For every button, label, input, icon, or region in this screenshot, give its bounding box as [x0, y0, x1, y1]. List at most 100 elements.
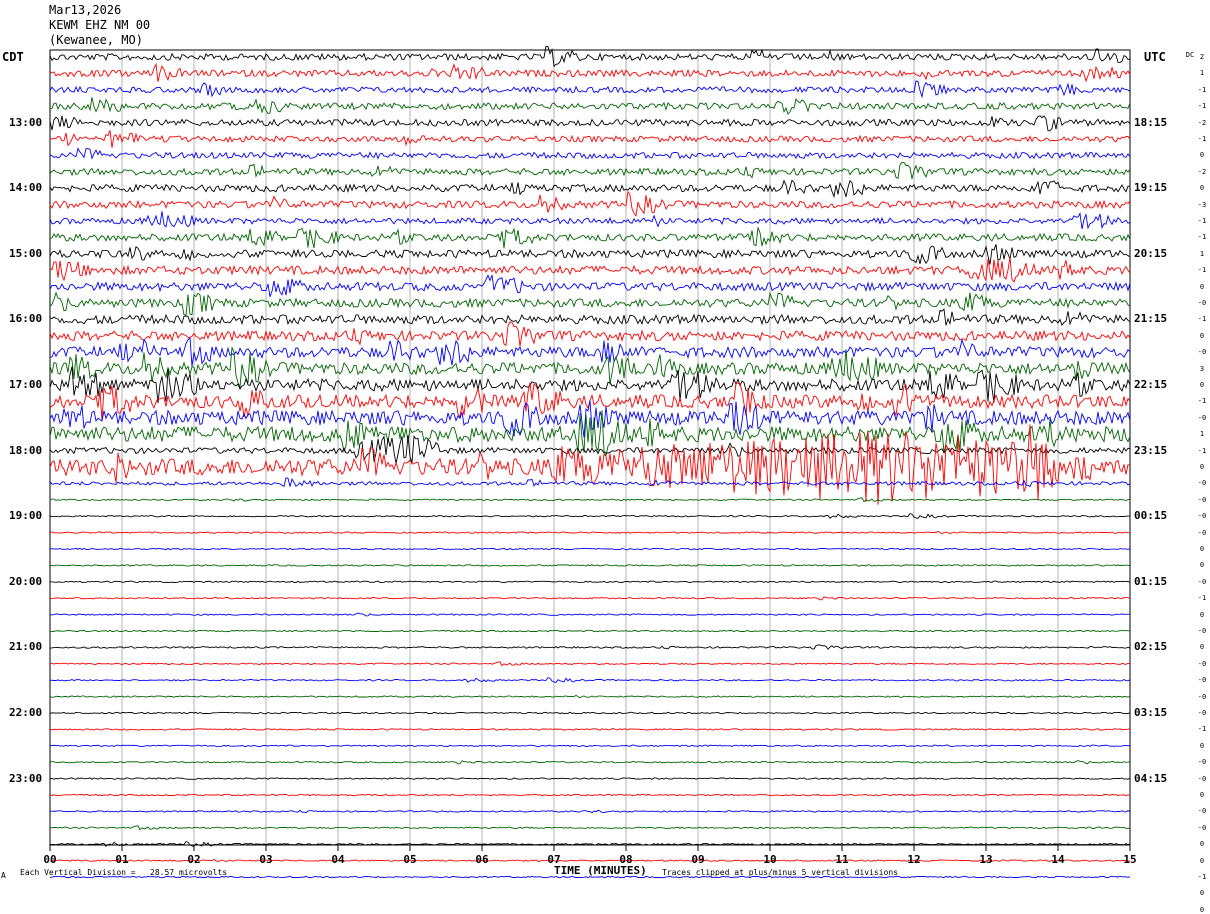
dc-offset-value: 0: [1199, 184, 1205, 193]
trace-line-30: [49, 547, 1131, 551]
dc-offset-value: 0: [1199, 840, 1205, 849]
dc-offset-value: -1: [1197, 397, 1207, 406]
left-hour-label: 16:00: [9, 312, 43, 326]
x-tick-label: 05: [403, 853, 417, 866]
trace-line-17: [49, 321, 1131, 347]
dc-offset-value: -1: [1197, 315, 1207, 324]
trace-line-2: [49, 80, 1131, 99]
trace-line-43: [49, 759, 1131, 765]
trace-line-4: [49, 115, 1131, 132]
right-axis-label: UTC: [1144, 50, 1166, 64]
dc-offset-value: 2: [1199, 53, 1205, 61]
trace-line-6: [49, 147, 1131, 160]
trace-line-38: [49, 677, 1131, 683]
x-tick-label: 14: [1051, 853, 1065, 866]
dc-offset-value: -1: [1197, 217, 1207, 225]
trace-line-28: [49, 513, 1130, 519]
dc-offset-value: -1: [1197, 102, 1207, 111]
dc-offset-value: -1: [1197, 873, 1207, 881]
x-axis-title: TIME (MINUTES): [554, 864, 647, 877]
trace-line-26: [49, 477, 1131, 488]
right-hour-label: 18:15: [1134, 115, 1168, 129]
trace-line-16: [49, 308, 1131, 327]
dc-offset-value: -0: [1197, 627, 1207, 635]
dc-offset-value: -0: [1197, 495, 1207, 504]
trace-line-45: [49, 793, 1131, 797]
trace-line-3: [49, 97, 1131, 115]
dc-offset-value: -0: [1197, 807, 1207, 816]
left-hour-label: 19:00: [9, 509, 43, 523]
trace-line-41: [49, 728, 1131, 731]
dc-offset-value: 0: [1199, 643, 1205, 652]
dc-offset-value: -0: [1197, 659, 1207, 668]
dc-offset-value: 0: [1199, 331, 1205, 340]
dc-offset-value: -0: [1197, 823, 1207, 832]
trace-line-12: [49, 244, 1131, 265]
x-tick-label: 06: [475, 853, 489, 866]
dc-label: DC: [1185, 51, 1195, 59]
trace-line-31: [49, 564, 1131, 567]
dc-offset-value: 3: [1199, 364, 1205, 373]
right-hour-label: 19:15: [1134, 181, 1168, 195]
x-tick-label: 03: [259, 853, 273, 866]
x-tick-label: 00: [43, 853, 57, 866]
dc-offset-value: -1: [1197, 446, 1207, 455]
dc-offset-value: 0: [1199, 463, 1205, 471]
dc-offset-value: -0: [1197, 774, 1207, 783]
trace-line-46: [49, 809, 1131, 814]
dc-offset-value: 0: [1199, 151, 1205, 160]
header-date: Mar13,2026: [49, 3, 122, 17]
trace-line-37: [49, 661, 1131, 667]
dc-offset-value: 1: [1199, 430, 1205, 439]
dc-offset-value: 0: [1199, 282, 1205, 291]
trace-line-47: [49, 825, 1131, 831]
x-tick-label: 02: [187, 853, 201, 866]
dc-offset-value: -0: [1197, 413, 1207, 422]
trace-line-25: [49, 424, 1131, 505]
dc-offset-value: -0: [1197, 758, 1207, 767]
x-tick-label: 09: [691, 853, 705, 866]
dc-offset-value: 0: [1199, 610, 1205, 619]
clip-note: Traces clipped at plus/minus 5 vertical …: [662, 868, 899, 877]
corner-mark: A: [1, 871, 6, 880]
left-hour-label: 14:00: [9, 181, 43, 195]
trace-line-49: [49, 858, 1131, 863]
scale-note: Each Vertical Division = 28.57 microvolt…: [20, 868, 228, 877]
dc-offset-value: -1: [1197, 233, 1207, 242]
x-tick-label: 13: [979, 853, 993, 866]
dc-offset-value: 0: [1199, 561, 1205, 570]
trace-line-10: [49, 211, 1131, 230]
trace-line-29: [49, 530, 1131, 535]
x-tick-label: 01: [115, 853, 129, 866]
trace-line-39: [49, 694, 1131, 699]
dc-offset-value: 0: [1199, 889, 1205, 898]
header-location: (Kewanee, MO): [49, 33, 143, 47]
dc-offset-value: -0: [1197, 479, 1207, 488]
dc-offset-value: -0: [1197, 577, 1207, 586]
dc-offset-value: -2: [1197, 167, 1207, 176]
trace-line-13: [49, 257, 1131, 283]
dc-offset-value: 1: [1199, 249, 1205, 258]
seismogram-plot: [49, 45, 1131, 879]
trace-line-36: [49, 644, 1131, 650]
trace-line-8: [49, 179, 1131, 199]
trace-line-14: [49, 274, 1131, 298]
trace-line-11: [49, 227, 1131, 249]
right-hour-label: 22:15: [1134, 378, 1168, 391]
dc-offset-value: -0: [1197, 676, 1207, 685]
trace-line-15: [49, 291, 1131, 316]
trace-line-19: [49, 347, 1131, 389]
left-hour-label: 23:00: [9, 771, 43, 785]
dc-offset-value: 1: [1199, 69, 1205, 78]
trace-line-18: [49, 336, 1131, 367]
dc-offset-value: -1: [1197, 135, 1207, 143]
dc-offset-value: -0: [1197, 528, 1207, 537]
trace-line-0: [49, 45, 1131, 68]
trace-line-9: [49, 190, 1131, 217]
dc-offset-value: -2: [1197, 118, 1207, 127]
right-hour-label: 00:15: [1134, 509, 1168, 523]
dc-offset-value: 0: [1199, 905, 1205, 914]
trace-line-5: [49, 130, 1131, 148]
trace-line-33: [49, 596, 1131, 601]
left-hour-label: 13:00: [9, 115, 43, 129]
